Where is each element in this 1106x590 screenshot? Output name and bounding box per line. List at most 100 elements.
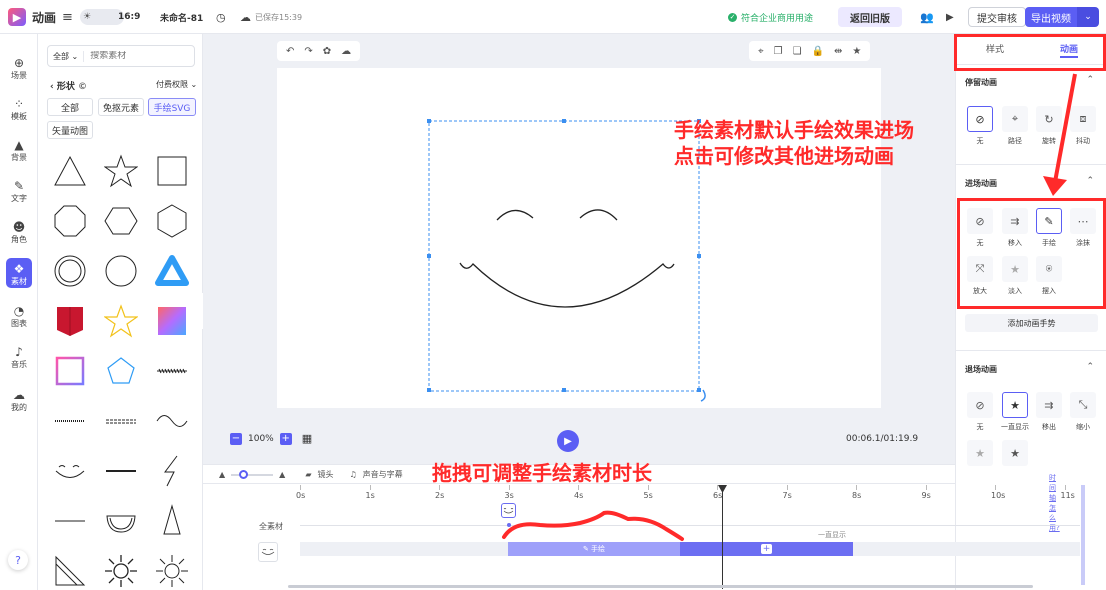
horizontal-scrollbar[interactable] [288,585,1033,588]
category-back[interactable]: ‹ 形状 © [50,79,87,92]
pay-filter[interactable]: 付费权限 ⌄ [156,79,197,90]
shape-star[interactable] [98,148,144,194]
chip-vector-anim[interactable]: 矢量动图 [47,121,93,139]
clock-icon[interactable]: ◷ [216,0,226,34]
stay-anim-path[interactable]: ⌖ 路径 [1000,106,1030,146]
exit-anim-move-out[interactable]: ⇉ 移出 [1034,392,1064,432]
shape-right-triangle[interactable] [47,548,93,590]
nav-item-music[interactable]: ♪ 音乐 [0,341,38,379]
layer-down-icon[interactable]: ❏ [793,46,802,57]
audio-icon[interactable]: ♫ [349,470,356,479]
collapse-stay-icon[interactable]: ⌃ [1086,75,1094,85]
shape-square[interactable] [149,148,195,194]
slider-knob[interactable] [239,469,249,479]
shape-gradient-square[interactable] [149,298,195,344]
shape-hexagon-pointy[interactable] [149,198,195,244]
zoom-small-icon[interactable]: ▲ [219,470,225,479]
add-gesture-button[interactable]: 添加动画手势 [965,314,1098,332]
nav-item-material[interactable]: ❖ 素材 [0,258,38,296]
shape-round-triangle-blue[interactable] [149,248,195,294]
shape-red-banner[interactable] [47,298,93,344]
shape-wave-line[interactable] [149,398,195,444]
info-icon[interactable]: © [78,82,87,92]
shape-thick-line[interactable] [98,448,144,494]
search-input[interactable] [90,51,191,61]
lens-button[interactable]: 镜头 [317,469,333,480]
exit-anim-none[interactable]: ⊘ 无 [965,392,995,432]
stay-anim-none[interactable]: ⊘ 无 [965,106,995,146]
track-thumbnail[interactable] [258,542,278,562]
shape-triangle[interactable] [47,148,93,194]
path-icon: ⌖ [1002,106,1028,132]
shape-double-circle[interactable] [47,248,93,294]
commercial-badge[interactable]: ✓ 符合企业商用用途 [728,0,813,34]
collapse-enter-icon[interactable]: ⌃ [1086,176,1094,186]
zoom-out-icon[interactable]: − [230,432,242,445]
shape-lightning[interactable] [149,448,195,494]
back-old-version-button[interactable]: 返回旧版 [838,7,902,27]
nav-item-scene[interactable]: ⊕ 场景 [0,52,38,90]
chip-all[interactable]: 全部 [47,98,93,116]
shape-gradient-frame[interactable] [47,348,93,394]
menu-icon[interactable]: ≡ [62,0,73,34]
submit-review-button[interactable]: 提交审核 [968,7,1026,27]
export-video-button[interactable]: 导出视频 [1025,7,1077,27]
exit-anim-always[interactable]: ★ 一直显示 [1000,392,1030,432]
cloud-icon[interactable]: ☁ [341,46,351,57]
collaborators-icon[interactable]: 👥 [920,0,934,34]
shape-sun-thin[interactable] [149,548,195,590]
shape-yellow-star[interactable] [98,298,144,344]
export-dropdown-icon[interactable]: ⌄ [1077,7,1099,27]
flip-icon[interactable]: ⇹ [834,46,842,57]
zoom-large-icon[interactable]: ▲ [279,470,285,479]
undo-icon[interactable]: ↶ [286,46,294,57]
favorite-star-icon[interactable]: ★ [852,46,861,57]
shape-thin-line[interactable] [47,498,93,544]
lock-icon[interactable]: 🔒 [812,46,824,57]
timeline-zoom-slider[interactable] [231,469,274,479]
shape-dashed-line[interactable] [98,398,144,444]
exit-anim-more-1[interactable]: ★ [965,440,995,466]
nav-item-chart[interactable]: ◔ 图表 [0,300,38,338]
play-button[interactable]: ▶ [557,430,579,452]
nav-item-character[interactable]: ☻ 角色 [0,216,38,254]
rotate-handle [700,389,706,402]
timeline-help-link[interactable]: 时间轴怎么用? [1049,473,1060,533]
layer-up-icon[interactable]: ❐ [774,46,783,57]
shape-circle[interactable] [98,248,144,294]
nav-item-template[interactable]: ⁘ 模板 [0,93,38,131]
audio-subtitle-button[interactable]: 声音与字幕 [363,469,403,480]
collapse-exit-icon[interactable]: ⌃ [1086,362,1094,372]
aspect-ratio[interactable]: 16:9 [118,0,140,34]
app-logo-group[interactable]: ▶ 动画 [8,0,56,34]
shape-dotted-line[interactable] [47,398,93,444]
exit-anim-shrink[interactable]: ⤡ 缩小 [1068,392,1098,432]
shape-octagon[interactable] [47,198,93,244]
shape-cone[interactable] [149,498,195,544]
shape-pentagon-blue[interactable] [98,348,144,394]
shape-sun-bold[interactable] [98,548,144,590]
preview-play-icon[interactable]: ▶ [946,0,954,34]
document-name[interactable]: 未命名-81 [160,0,203,34]
nav-item-background[interactable]: ▲ 背景 [0,134,38,172]
help-button[interactable]: ? [8,550,28,570]
exit-anim-more-2[interactable]: ★ [1000,440,1030,466]
redo-icon[interactable]: ↷ [304,46,312,57]
zoom-in-icon[interactable]: + [279,432,292,445]
grid-icon[interactable]: ▦ [302,432,312,445]
material-panel: 全部 ⌄ ‹ 形状 © 付费权限 ⌄ 全部 免抠元素 手绘SVG 矢量动图 [38,34,203,590]
shape-cross-line[interactable] [149,348,195,394]
search-scope-select[interactable]: 全部 ⌄ [48,50,85,62]
shape-bowl[interactable] [98,498,144,544]
add-keyframe-icon[interactable]: + [761,544,772,554]
location-icon[interactable]: ⌖ [758,46,764,57]
shape-hexagon-flat[interactable] [98,198,144,244]
camera-icon[interactable]: ▰ [305,470,311,479]
chip-cutout[interactable]: 免抠元素 [98,98,144,116]
playhead[interactable] [722,485,723,589]
palette-icon[interactable]: ✿ [323,46,331,57]
nav-item-mine[interactable]: ☁ 我的 [0,384,38,422]
nav-item-text[interactable]: ✎ 文字 [0,175,38,213]
chip-hand-svg[interactable]: 手绘SVG [148,98,196,116]
shape-smile-face[interactable] [47,448,93,494]
